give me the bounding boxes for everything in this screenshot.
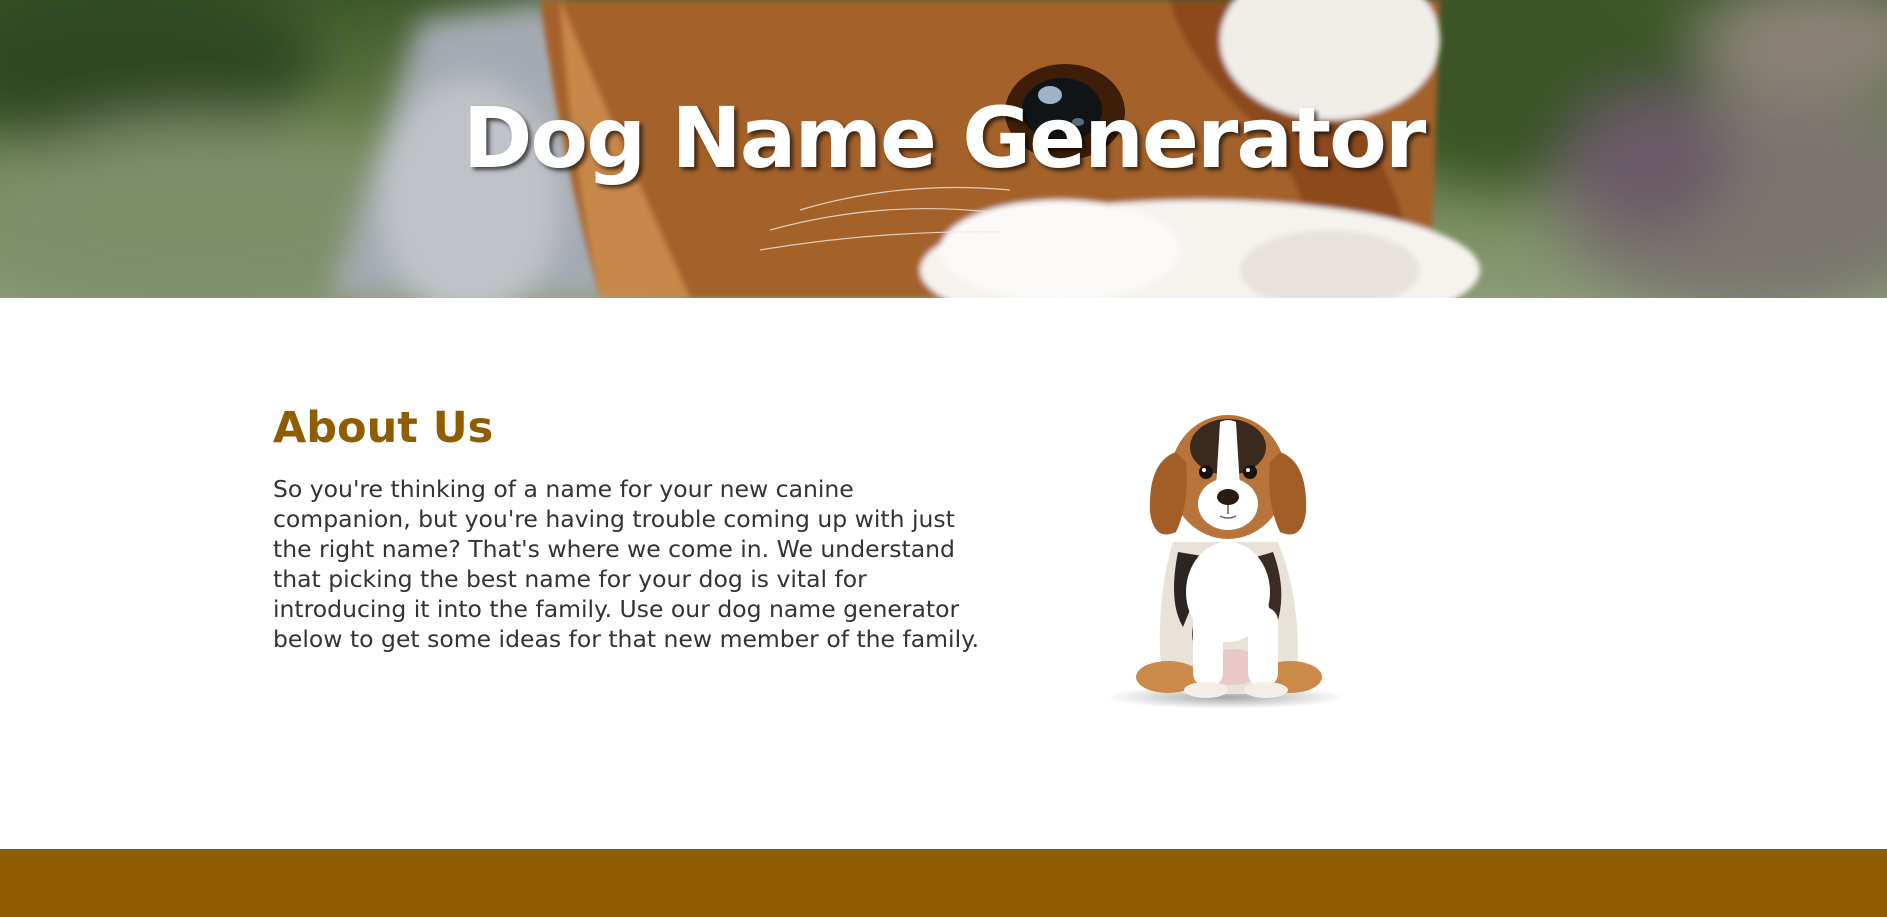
about-heading: About Us	[273, 403, 494, 453]
about-description: So you're thinking of a name for your ne…	[273, 475, 980, 653]
page-title: Dog Name Generator	[462, 89, 1427, 187]
footer-band	[0, 849, 1887, 917]
hero-banner: Dog Name Generator	[0, 0, 1887, 298]
beagle-puppy-image	[1106, 415, 1346, 709]
